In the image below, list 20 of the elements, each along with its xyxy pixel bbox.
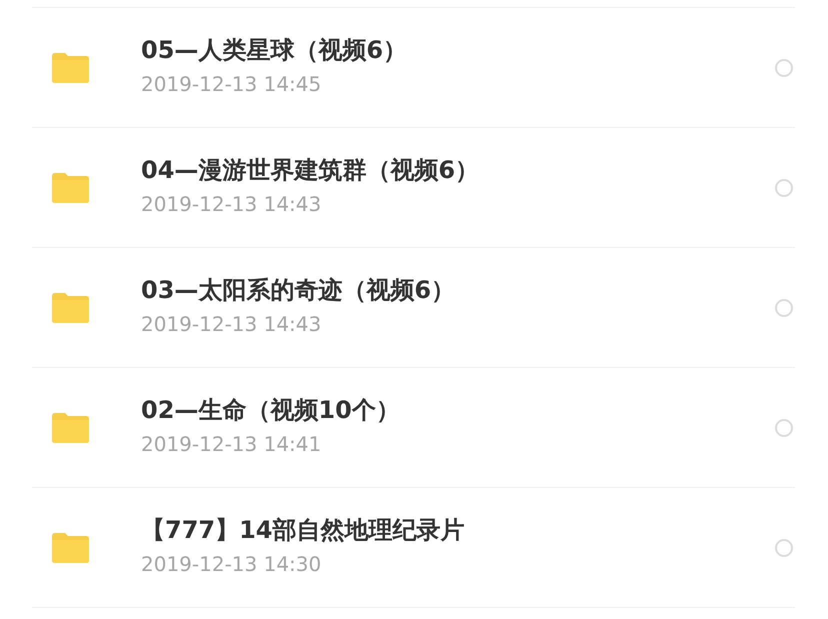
select-radio[interactable] <box>775 58 793 76</box>
folder-date: 2019-12-13 14:30 <box>141 552 322 576</box>
folder-icon <box>52 412 89 442</box>
select-radio[interactable] <box>775 418 793 436</box>
select-radio[interactable] <box>775 538 793 556</box>
folder-icon <box>52 292 89 322</box>
folder-date: 2019-12-13 14:45 <box>141 72 322 96</box>
folder-date: 2019-12-13 14:43 <box>141 312 322 336</box>
folder-name[interactable]: 【777】14部自然地理纪录片 <box>141 514 775 546</box>
folder-date: 2019-12-13 14:43 <box>141 192 322 216</box>
select-radio[interactable] <box>775 298 793 316</box>
folder-name[interactable]: 02—生命（视频10个） <box>141 394 775 426</box>
folder-name[interactable]: 03—太阳系的奇迹（视频6） <box>141 274 775 306</box>
folder-icon <box>52 532 89 562</box>
folder-icon <box>52 52 89 82</box>
folder-icon <box>52 172 89 202</box>
folder-date: 2019-12-13 14:41 <box>141 432 322 456</box>
select-radio[interactable] <box>775 178 793 196</box>
folder-name[interactable]: 05—人类星球（视频6） <box>141 34 775 66</box>
folder-name[interactable]: 04—漫游世界建筑群（视频6） <box>141 154 775 186</box>
